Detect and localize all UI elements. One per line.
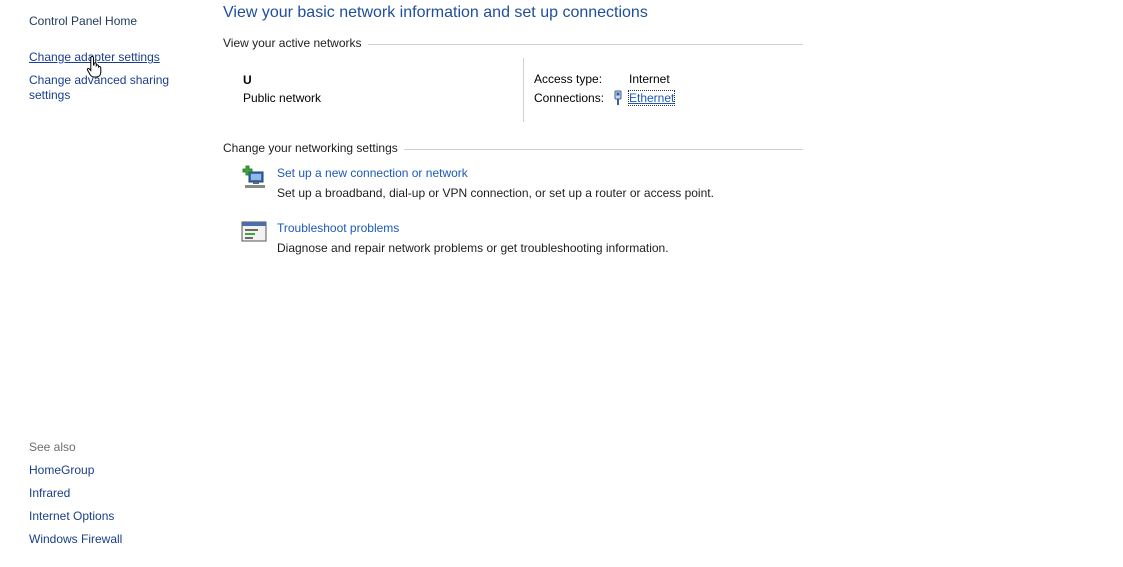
networking-settings-divider: [403, 148, 803, 150]
access-type-value: Internet: [629, 72, 670, 86]
active-networks-group-header: View your active networks: [223, 36, 803, 50]
new-connection-icon: [242, 165, 265, 188]
network-name: U: [243, 73, 252, 87]
see-also-homegroup-link[interactable]: HomeGroup: [29, 463, 94, 477]
networking-settings-group-header: Change your networking settings: [223, 141, 803, 155]
troubleshoot-icon: [241, 221, 267, 242]
setup-connection-description: Set up a broadband, dial-up or VPN conne…: [277, 186, 714, 200]
page-title: View your basic network information and …: [223, 4, 648, 21]
connections-label: Connections:: [534, 91, 605, 105]
active-networks-heading: View your active networks: [223, 36, 362, 50]
see-also-infrared-link[interactable]: Infrared: [29, 486, 70, 500]
setup-connection-link[interactable]: Set up a new connection or network: [277, 166, 468, 180]
change-advanced-sharing-line2: settings: [29, 88, 71, 102]
see-also-internet-options-link[interactable]: Internet Options: [29, 509, 114, 523]
ethernet-connection-link[interactable]: Ethernet: [627, 90, 676, 106]
control-panel-home-link[interactable]: Control Panel Home: [29, 14, 137, 28]
see-also-windows-firewall-link[interactable]: Windows Firewall: [29, 532, 122, 546]
ethernet-icon: [614, 90, 622, 105]
networking-settings-heading: Change your networking settings: [223, 141, 398, 155]
network-type-link[interactable]: Public network: [243, 91, 321, 105]
access-type-label: Access type:: [534, 72, 603, 86]
see-also-heading: See also: [29, 440, 76, 454]
troubleshoot-problems-link[interactable]: Troubleshoot problems: [277, 221, 399, 235]
troubleshoot-problems-description: Diagnose and repair network problems or …: [277, 241, 669, 255]
active-networks-divider: [367, 43, 803, 45]
hand-cursor-icon: [86, 56, 102, 78]
network-vertical-divider: [523, 58, 524, 122]
